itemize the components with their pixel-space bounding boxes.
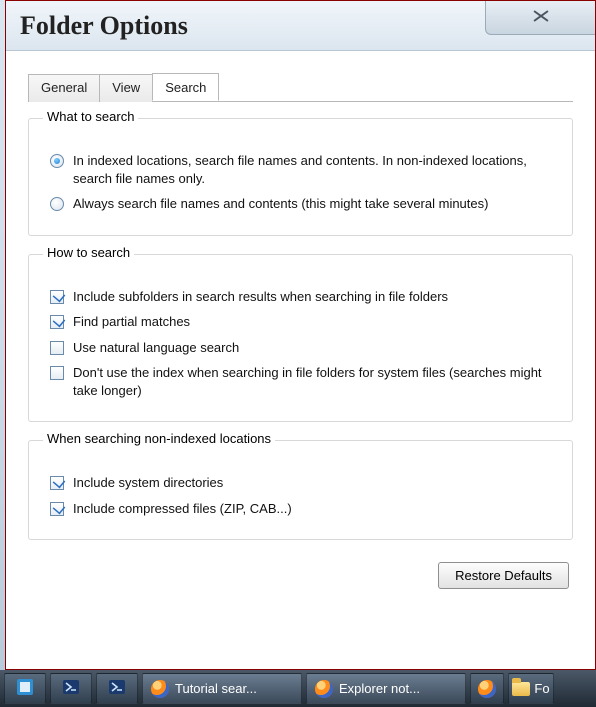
taskbar-window-firefox-1[interactable]: Tutorial sear... [142,673,302,704]
group-legend: How to search [43,245,134,260]
taskbar-label: Tutorial sear... [175,681,257,696]
taskbar-window-firefox-2[interactable]: Explorer not... [306,673,466,704]
option-label: Find partial matches [73,313,190,331]
taskbar-folder[interactable]: Fo [508,673,554,704]
checkbox-include-subfolders[interactable]: Include subfolders in search results whe… [49,288,558,306]
tab-label: General [41,80,87,95]
checkbox-partial-matches[interactable]: Find partial matches [49,313,558,331]
group-legend: What to search [43,109,138,124]
tab-label: Search [165,80,206,95]
taskbar: Tutorial sear... Explorer not... Fo [0,670,596,707]
firefox-icon [151,680,169,698]
checkbox-compressed-files[interactable]: Include compressed files (ZIP, CAB...) [49,500,558,518]
window-title: Folder Options [20,11,188,41]
option-label: Include system directories [73,474,223,492]
tab-label: View [112,80,140,95]
folder-icon [512,682,530,696]
radio-icon [49,153,65,169]
radio-icon [49,196,65,212]
taskbar-powershell-1[interactable] [50,673,92,704]
taskbar-app-1[interactable] [4,673,46,704]
app-icon [16,678,34,699]
restore-defaults-button[interactable]: Restore Defaults [438,562,569,589]
option-label: Always search file names and contents (t… [73,195,488,213]
option-label: Include subfolders in search results whe… [73,288,448,306]
checkbox-icon [49,365,65,381]
option-label: Include compressed files (ZIP, CAB...) [73,500,292,518]
option-label: Use natural language search [73,339,239,357]
group-non-indexed: When searching non-indexed locations Inc… [28,440,573,540]
group-legend: When searching non-indexed locations [43,431,275,446]
taskbar-powershell-2[interactable] [96,673,138,704]
radio-always-search[interactable]: Always search file names and contents (t… [49,195,558,213]
titlebar: Folder Options [6,1,595,51]
checkbox-system-directories[interactable]: Include system directories [49,474,558,492]
close-button[interactable] [485,1,595,35]
checkbox-icon [49,501,65,517]
tab-view[interactable]: View [99,74,153,102]
checkbox-icon [49,340,65,356]
powershell-icon [108,678,126,699]
tab-general[interactable]: General [28,74,100,102]
checkbox-natural-language[interactable]: Use natural language search [49,339,558,357]
radio-indexed-locations[interactable]: In indexed locations, search file names … [49,152,558,187]
group-what-to-search: What to search In indexed locations, sea… [28,118,573,236]
firefox-icon [315,680,333,698]
folder-options-window: Folder Options General View Search What … [5,0,596,670]
checkbox-icon [49,314,65,330]
tab-search[interactable]: Search [152,73,219,101]
firefox-icon [478,680,496,698]
dialog-footer: Restore Defaults [28,558,573,589]
checkbox-icon [49,289,65,305]
taskbar-label: Fo [534,681,549,696]
taskbar-label: Explorer not... [339,681,420,696]
powershell-icon [62,678,80,699]
close-icon [532,9,550,26]
option-label: Don't use the index when searching in fi… [73,364,558,399]
checkbox-dont-use-index[interactable]: Don't use the index when searching in fi… [49,364,558,399]
tab-strip: General View Search [28,73,573,102]
dialog-body: General View Search What to search In in… [6,51,595,599]
option-label: In indexed locations, search file names … [73,152,558,187]
checkbox-icon [49,475,65,491]
taskbar-firefox-icon[interactable] [470,673,504,704]
group-how-to-search: How to search Include subfolders in sear… [28,254,573,423]
